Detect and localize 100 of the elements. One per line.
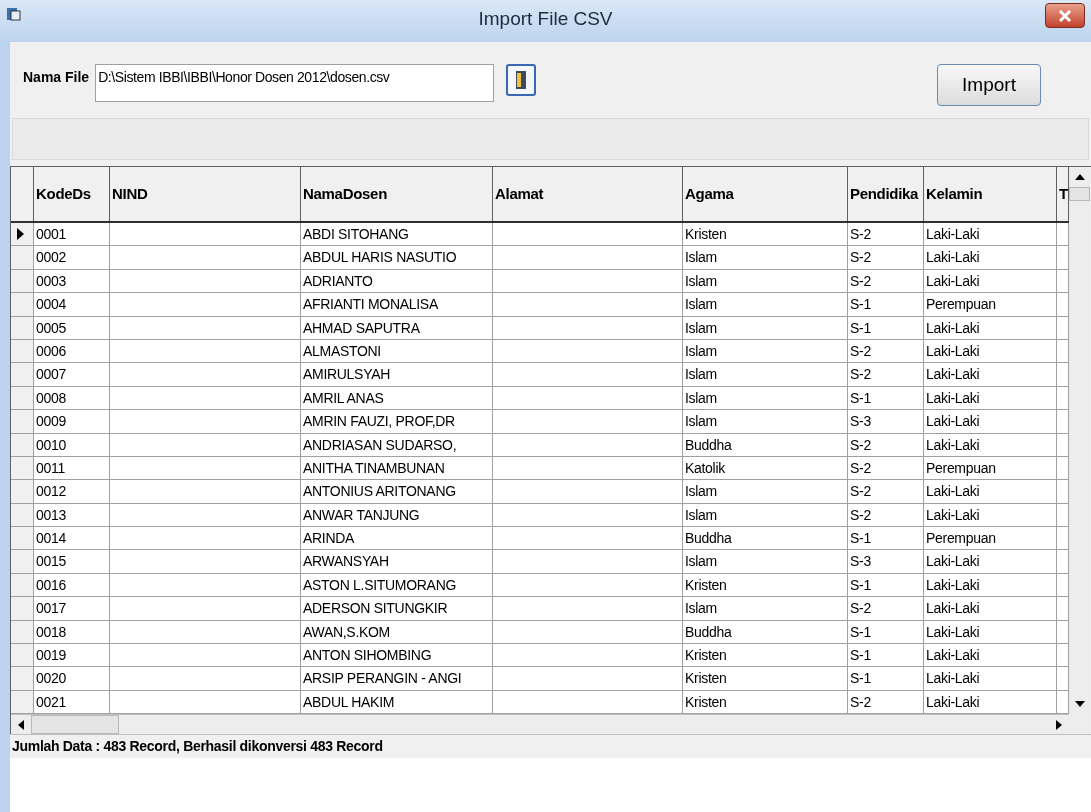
browse-button[interactable]: [506, 64, 537, 96]
table-cell: Laki-Laki: [924, 667, 1057, 691]
row-header[interactable]: [11, 223, 34, 247]
row-pointer-icon: [17, 228, 24, 241]
table-cell: S-2: [848, 597, 924, 621]
table-cell: S-2: [848, 246, 924, 270]
table-cell: Islam: [683, 246, 848, 270]
table-cell: 0006: [34, 339, 110, 364]
table-cell: S-2: [848, 503, 924, 528]
table-cell: Islam: [683, 410, 848, 434]
table-cell: ANITHA TINAMBUNAN: [301, 456, 493, 481]
table-cell: S-3: [848, 550, 924, 574]
table-cell: Laki-Laki: [924, 433, 1057, 457]
scroll-left-icon: [18, 719, 24, 730]
table-cell: Islam: [683, 316, 848, 340]
table-cell: Islam: [683, 386, 848, 411]
table-cell: 0002: [34, 246, 110, 270]
table-cell: ADERSON SITUNGKIR: [301, 597, 493, 621]
table-cell: 0003: [34, 269, 110, 294]
table-cell: Kristen: [683, 667, 848, 691]
table-cell: 0020: [34, 667, 110, 691]
table-cell: Laki-Laki: [924, 620, 1057, 645]
column-header[interactable]: NIND: [110, 167, 301, 221]
table-cell: ARINDA: [301, 527, 493, 551]
table-cell: S-2: [848, 433, 924, 457]
column-header[interactable]: Kelamin: [924, 167, 1057, 221]
table-cell: S-1: [848, 527, 924, 551]
table-cell: Laki-Laki: [924, 386, 1057, 411]
table-cell: Buddha: [683, 620, 848, 645]
table-cell: Perempuan: [924, 456, 1057, 481]
table-cell: Laki-Laki: [924, 573, 1057, 598]
table-cell: 0016: [34, 573, 110, 598]
table-cell: 0012: [34, 480, 110, 504]
column-header[interactable]: NamaDosen: [301, 167, 493, 221]
table-cell: S-2: [848, 339, 924, 364]
column-header[interactable]: Pendidika: [848, 167, 924, 221]
table-cell: 0014: [34, 527, 110, 551]
table-cell: Perempuan: [924, 293, 1057, 317]
table-cell: Islam: [683, 480, 848, 504]
table-cell: ASTON L.SITUMORANG: [301, 573, 493, 598]
table-cell: Laki-Laki: [924, 246, 1057, 270]
table-cell: Laki-Laki: [924, 223, 1057, 247]
scroll-down-icon: [1074, 701, 1085, 708]
table-cell: ABDUL HARIS NASUTIO: [301, 246, 493, 270]
table-cell: Buddha: [683, 433, 848, 457]
table-cell: 0007: [34, 363, 110, 387]
window-title: Import File CSV: [477, 6, 614, 31]
table-cell: AMRIN FAUZI, PROF,DR: [301, 410, 493, 434]
table-cell: ANTON SIHOMBING: [301, 644, 493, 668]
table-cell: ANDRIASAN SUDARSO,: [301, 433, 493, 457]
table-cell: AMRIL ANAS: [301, 386, 493, 411]
table-cell: S-3: [848, 410, 924, 434]
table-cell: Islam: [683, 339, 848, 364]
table-cell: ABDI SITOHANG: [301, 223, 493, 247]
table-cell: AWAN,S.KOM: [301, 620, 493, 645]
table-cell: S-2: [848, 363, 924, 387]
table-cell: Kristen: [683, 223, 848, 247]
close-icon: [1058, 8, 1072, 23]
table-cell: 0005: [34, 316, 110, 340]
table-cell: S-1: [848, 573, 924, 598]
table-cell: Kristen: [683, 644, 848, 668]
table-cell: 0008: [34, 386, 110, 411]
scroll-thumb[interactable]: [31, 715, 119, 735]
table-cell: ANTONIUS ARITONANG: [301, 480, 493, 504]
table-cell: Islam: [683, 503, 848, 528]
table-cell: Laki-Laki: [924, 316, 1057, 340]
column-header[interactable]: Alamat: [493, 167, 683, 221]
table-cell: Laki-Laki: [924, 410, 1057, 434]
import-button[interactable]: Import: [937, 64, 1041, 106]
table-cell: Katolik: [683, 456, 848, 481]
table-cell: S-1: [848, 644, 924, 668]
column-header[interactable]: KodeDs: [34, 167, 110, 221]
table-cell: 0019: [34, 644, 110, 668]
scroll-thumb[interactable]: [1069, 187, 1090, 201]
table-cell: S-2: [848, 480, 924, 504]
table-cell: 0013: [34, 503, 110, 528]
file-path-field[interactable]: D:\Sistem IBBI\IBBI\Honor Dosen 2012\dosen.csv: [95, 64, 495, 102]
table-cell: S-1: [848, 667, 924, 691]
table-cell: 0011: [34, 456, 110, 481]
table-cell: Islam: [683, 550, 848, 574]
table-cell: Laki-Laki: [924, 503, 1057, 528]
table-cell: 0009: [34, 410, 110, 434]
table-cell: 0001: [34, 223, 110, 247]
file-cabinet-icon: [514, 70, 529, 90]
table-cell: ALMASTONI: [301, 339, 493, 364]
table-cell: Laki-Laki: [924, 550, 1057, 574]
app-icon: [6, 6, 22, 22]
column-header[interactable]: Agama: [683, 167, 848, 221]
close-button[interactable]: [1045, 3, 1085, 28]
table-cell: 0015: [34, 550, 110, 574]
table-cell: AFRIANTI MONALISA: [301, 293, 493, 317]
file-label: Nama File: [23, 68, 90, 87]
table-cell: S-2: [848, 269, 924, 294]
table-cell: Laki-Laki: [924, 363, 1057, 387]
table-cell: Buddha: [683, 527, 848, 551]
scroll-up-icon: [1074, 174, 1085, 180]
table-cell: Laki-Laki: [924, 597, 1057, 621]
table-cell: AMIRULSYAH: [301, 363, 493, 387]
table-cell: S-1: [848, 620, 924, 645]
table-cell: Perempuan: [924, 527, 1057, 551]
